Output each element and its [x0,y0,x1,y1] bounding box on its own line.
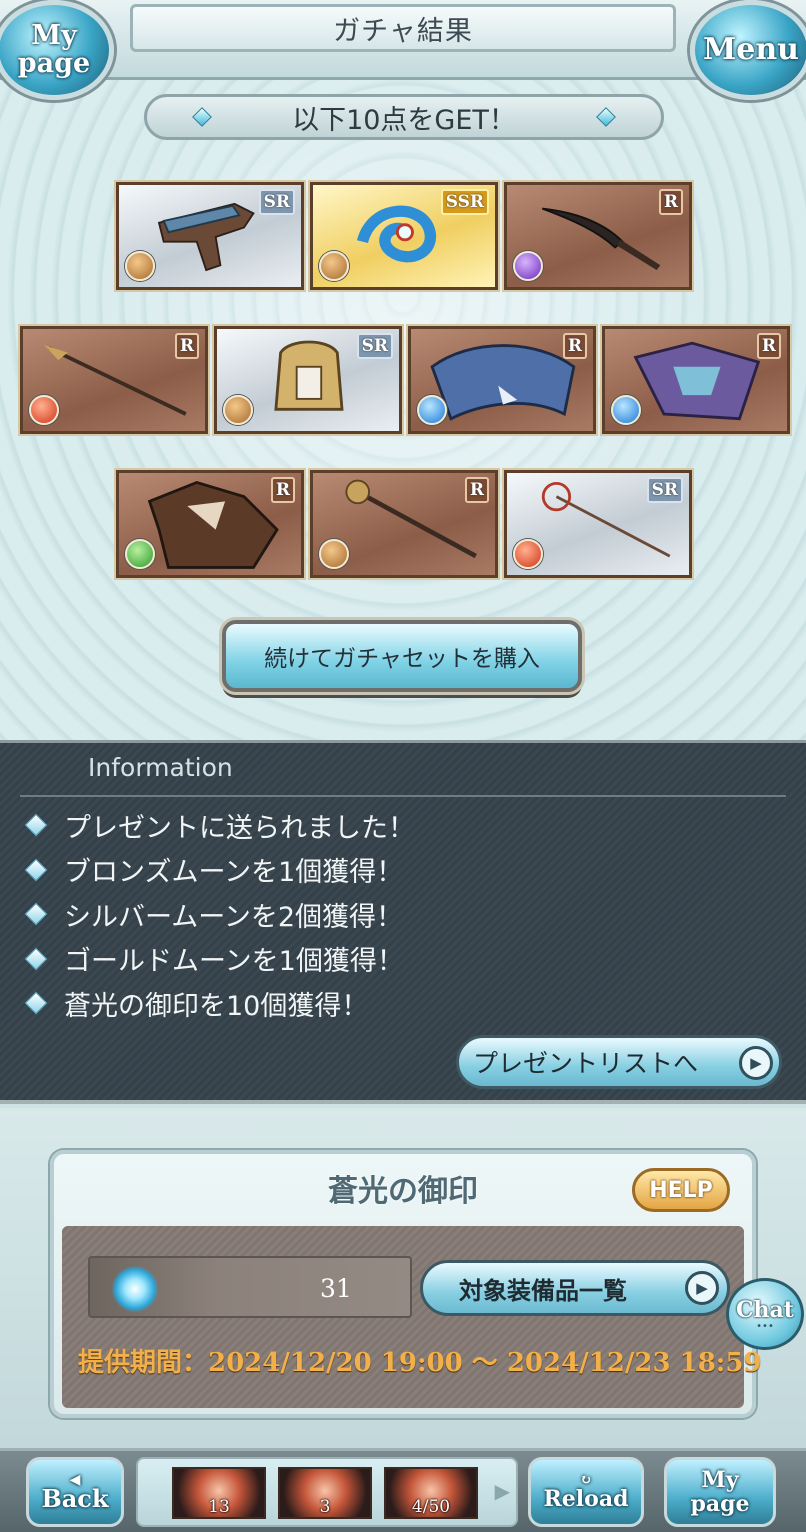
dark-element-icon [513,251,543,281]
information-title: Information [88,753,233,782]
buy-again-label: 続けてガチャセットを購入 [264,646,540,672]
list-item: シルバームーンを2個獲得！ [24,892,415,937]
blue-star-icon [112,1266,158,1312]
earth-element-icon [125,251,155,281]
rarity-badge: R [464,477,489,503]
chat-dots-icon: ••• [756,1321,774,1332]
mypage-bottom-button[interactable]: My page [664,1457,776,1527]
target-equipment-list-button[interactable]: 対象装備品一覧 ▶ [420,1260,730,1316]
diamond-icon [596,107,616,127]
mypage-label-1: My [31,20,77,51]
rarity-badge: SR [646,477,683,503]
page-title: ガチャ結果 [333,15,473,47]
rarity-badge: SR [258,189,295,215]
mypage-label-2: page [17,48,91,79]
seal-count: 31 [320,1274,352,1303]
get-banner-text: 以下10点をGET！ [292,104,516,136]
resource-value: 3 [319,1497,331,1517]
help-button[interactable]: HELP [632,1168,730,1212]
information-message: ブロンズムーンを1個獲得！ [64,857,404,889]
item-card-3[interactable]: R [504,182,692,290]
present-list-label: プレゼントリストへ [473,1049,699,1078]
rarity-badge: R [562,333,587,359]
information-message: ゴールドムーンを1個獲得！ [64,946,404,978]
reload-label: Reload [543,1486,629,1512]
item-card-6[interactable]: R [408,326,596,434]
diamond-bullet-icon [24,947,48,971]
list-item: 蒼光の御印を10個獲得！ [24,981,415,1026]
fire-element-icon [29,395,59,425]
information-message: プレゼントに送られました！ [64,812,415,844]
item-card-5[interactable]: SR [214,326,402,434]
list-item: ブロンズムーンを1個獲得！ [24,848,415,893]
earth-element-icon [319,251,349,281]
diamond-bullet-icon [24,813,48,837]
information-panel: Information プレゼントに送られました！ ブロンズムーンを1個獲得！ … [0,740,806,1104]
resource-slot-3[interactable]: 4/50 [384,1467,478,1519]
seal-section: 蒼光の御印 HELP 31 対象装備品一覧 ▶ 提供期間：2024/12/20 … [0,1108,806,1448]
item-card-1[interactable]: SR [116,182,304,290]
seal-title: 蒼光の御印 [328,1174,478,1209]
rarity-badge: R [658,189,683,215]
item-card-2[interactable]: SSR [310,182,498,290]
rarity-badge: R [756,333,781,359]
bottom-bar: ◀ Back 13 3 4/50 ▶ ↻ Reload My page [0,1448,806,1532]
seal-body: 31 対象装備品一覧 ▶ 提供期間：2024/12/20 19:00 〜 202… [62,1226,762,1408]
reload-icon: ↻ [580,1472,592,1488]
target-equipment-list-label: 対象装備品一覧 [459,1276,627,1305]
seal-panel: 蒼光の御印 HELP 31 対象装備品一覧 ▶ 提供期間：2024/12/20 … [50,1150,762,1418]
water-element-icon [417,395,447,425]
item-card-4[interactable]: R [20,326,208,434]
chevron-right-icon[interactable]: ▶ [495,1479,510,1503]
resource-tray: 13 3 4/50 ▶ [136,1457,518,1527]
buy-again-button[interactable]: 続けてガチャセットを購入 [222,620,582,692]
item-card-7[interactable]: R [602,326,790,434]
list-item: ゴールドムーンを1個獲得！ [24,937,415,982]
diamond-bullet-icon [24,858,48,882]
diamond-bullet-icon [24,991,48,1015]
divider [20,795,786,797]
present-list-button[interactable]: プレゼントリストへ ▶ [456,1035,782,1089]
resource-value: 4/50 [411,1497,451,1517]
information-message: 蒼光の御印を10個獲得！ [64,990,369,1022]
seal-header: 蒼光の御印 HELP [54,1154,752,1222]
offer-period: 提供期間：2024/12/20 19:00 〜 2024/12/23 18:59 [78,1348,762,1378]
seal-count-box: 31 [88,1256,412,1318]
arrow-right-icon: ▶ [685,1271,719,1305]
diamond-bullet-icon [24,902,48,926]
rarity-badge: R [174,333,199,359]
chat-label: Chat [736,1297,794,1323]
rarity-badge: R [270,477,295,503]
wind-element-icon [125,539,155,569]
title-plate: ガチャ結果 [130,4,676,52]
get-banner: 以下10点をGET！ [144,94,664,140]
item-card-9[interactable]: R [310,470,498,578]
mypage-label-2: page [690,1491,750,1517]
resource-slot-2[interactable]: 3 [278,1467,372,1519]
resource-slot-1[interactable]: 13 [172,1467,266,1519]
diamond-icon [192,107,212,127]
reload-button[interactable]: ↻ Reload [528,1457,644,1527]
chat-button[interactable]: Chat ••• [726,1278,804,1350]
fire-element-icon [513,539,543,569]
rarity-badge: SR [356,333,393,359]
resource-value: 13 [208,1497,230,1517]
list-item: プレゼントに送られました！ [24,803,415,848]
arrow-right-icon: ▶ [739,1046,773,1080]
menu-label: Menu [703,32,799,67]
information-list: プレゼントに送られました！ ブロンズムーンを1個獲得！ シルバームーンを2個獲得… [24,803,415,1026]
gacha-result-area: ガチャ結果 My page Menu 以下10点をGET！ SR SSR R R… [0,0,806,740]
menu-button[interactable]: Menu [690,0,806,100]
water-element-icon [611,395,641,425]
mypage-label-1: My [701,1467,739,1493]
rarity-badge: SSR [440,189,489,215]
information-message: シルバームーンを2個獲得！ [64,901,404,933]
earth-element-icon [223,395,253,425]
earth-element-icon [319,539,349,569]
item-card-10[interactable]: SR [504,470,692,578]
mypage-button[interactable]: My page [0,0,114,100]
back-label: Back [41,1484,109,1513]
item-card-8[interactable]: R [116,470,304,578]
back-button[interactable]: ◀ Back [26,1457,124,1527]
